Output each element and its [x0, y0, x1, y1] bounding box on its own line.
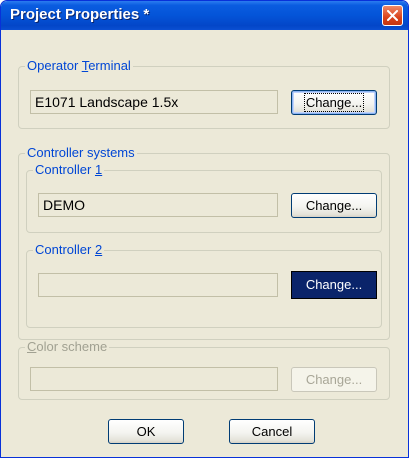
dialog-body: Operator Terminal E1071 Landscape 1.5x C… [4, 30, 405, 454]
controller-2-label: Controller 2 [35, 242, 103, 257]
color-scheme-field [30, 367, 278, 391]
controller-1-label: Controller 1 [35, 162, 103, 177]
controller-2-change-button[interactable]: Change... [291, 271, 377, 299]
color-scheme-label: Color scheme [27, 339, 108, 354]
controller-systems-label: Controller systems [27, 145, 135, 160]
close-icon [387, 10, 398, 21]
operator-terminal-label: Operator Terminal [27, 58, 131, 73]
dialog-title: Project Properties * [10, 6, 150, 23]
controller-2-field [38, 273, 278, 297]
controller-1-change-button[interactable]: Change... [291, 193, 377, 218]
close-button[interactable] [382, 5, 403, 26]
operator-terminal-field: E1071 Landscape 1.5x [30, 90, 278, 114]
ok-button[interactable]: OK [108, 419, 184, 444]
color-scheme-change-button[interactable]: Change... [291, 367, 377, 392]
controller-1-field: DEMO [38, 193, 278, 217]
cancel-button[interactable]: Cancel [229, 419, 315, 444]
project-properties-dialog: Project Properties * Operator Terminal E… [0, 0, 409, 458]
title-bar[interactable]: Project Properties * [1, 1, 408, 30]
operator-terminal-change-button[interactable]: Change... [291, 90, 377, 115]
